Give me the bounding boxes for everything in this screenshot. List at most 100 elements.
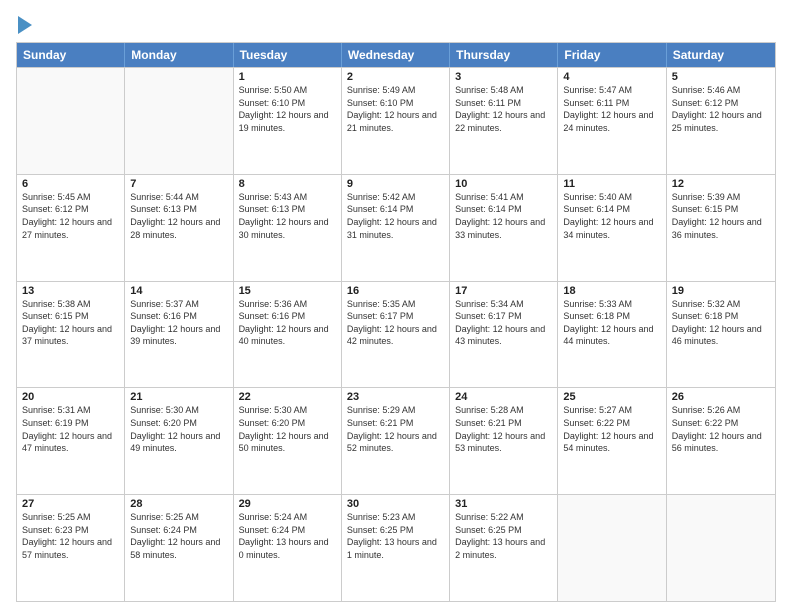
calendar-body: 1Sunrise: 5:50 AM Sunset: 6:10 PM Daylig… <box>17 67 775 601</box>
cell-sun-info: Sunrise: 5:29 AM Sunset: 6:21 PM Dayligh… <box>347 404 444 454</box>
day-number: 1 <box>239 71 336 83</box>
day-number: 24 <box>455 391 552 403</box>
cell-sun-info: Sunrise: 5:27 AM Sunset: 6:22 PM Dayligh… <box>563 404 660 454</box>
calendar-cell: 26Sunrise: 5:26 AM Sunset: 6:22 PM Dayli… <box>667 388 775 494</box>
calendar-cell: 11Sunrise: 5:40 AM Sunset: 6:14 PM Dayli… <box>558 175 666 281</box>
cell-sun-info: Sunrise: 5:45 AM Sunset: 6:12 PM Dayligh… <box>22 191 119 241</box>
cell-sun-info: Sunrise: 5:24 AM Sunset: 6:24 PM Dayligh… <box>239 511 336 561</box>
cell-sun-info: Sunrise: 5:49 AM Sunset: 6:10 PM Dayligh… <box>347 84 444 134</box>
calendar-cell <box>558 495 666 601</box>
calendar-cell: 5Sunrise: 5:46 AM Sunset: 6:12 PM Daylig… <box>667 68 775 174</box>
calendar-cell: 15Sunrise: 5:36 AM Sunset: 6:16 PM Dayli… <box>234 282 342 388</box>
calendar-cell: 1Sunrise: 5:50 AM Sunset: 6:10 PM Daylig… <box>234 68 342 174</box>
cell-sun-info: Sunrise: 5:41 AM Sunset: 6:14 PM Dayligh… <box>455 191 552 241</box>
cell-sun-info: Sunrise: 5:30 AM Sunset: 6:20 PM Dayligh… <box>239 404 336 454</box>
calendar-cell: 13Sunrise: 5:38 AM Sunset: 6:15 PM Dayli… <box>17 282 125 388</box>
day-number: 28 <box>130 498 227 510</box>
calendar-row: 13Sunrise: 5:38 AM Sunset: 6:15 PM Dayli… <box>17 281 775 388</box>
calendar-cell: 10Sunrise: 5:41 AM Sunset: 6:14 PM Dayli… <box>450 175 558 281</box>
day-number: 7 <box>130 178 227 190</box>
cell-sun-info: Sunrise: 5:23 AM Sunset: 6:25 PM Dayligh… <box>347 511 444 561</box>
calendar-cell: 18Sunrise: 5:33 AM Sunset: 6:18 PM Dayli… <box>558 282 666 388</box>
cell-sun-info: Sunrise: 5:34 AM Sunset: 6:17 PM Dayligh… <box>455 298 552 348</box>
cell-sun-info: Sunrise: 5:38 AM Sunset: 6:15 PM Dayligh… <box>22 298 119 348</box>
cell-sun-info: Sunrise: 5:47 AM Sunset: 6:11 PM Dayligh… <box>563 84 660 134</box>
cell-sun-info: Sunrise: 5:28 AM Sunset: 6:21 PM Dayligh… <box>455 404 552 454</box>
calendar-header-row: SundayMondayTuesdayWednesdayThursdayFrid… <box>17 43 775 67</box>
day-number: 26 <box>672 391 770 403</box>
calendar-row: 27Sunrise: 5:25 AM Sunset: 6:23 PM Dayli… <box>17 494 775 601</box>
day-number: 15 <box>239 285 336 297</box>
calendar-row: 20Sunrise: 5:31 AM Sunset: 6:19 PM Dayli… <box>17 387 775 494</box>
header <box>16 12 776 36</box>
day-number: 2 <box>347 71 444 83</box>
calendar-cell: 7Sunrise: 5:44 AM Sunset: 6:13 PM Daylig… <box>125 175 233 281</box>
day-number: 9 <box>347 178 444 190</box>
day-number: 30 <box>347 498 444 510</box>
day-number: 21 <box>130 391 227 403</box>
cell-sun-info: Sunrise: 5:25 AM Sunset: 6:23 PM Dayligh… <box>22 511 119 561</box>
cell-sun-info: Sunrise: 5:46 AM Sunset: 6:12 PM Dayligh… <box>672 84 770 134</box>
calendar-header-cell: Sunday <box>17 43 125 67</box>
calendar-cell: 23Sunrise: 5:29 AM Sunset: 6:21 PM Dayli… <box>342 388 450 494</box>
calendar-cell: 25Sunrise: 5:27 AM Sunset: 6:22 PM Dayli… <box>558 388 666 494</box>
day-number: 16 <box>347 285 444 297</box>
calendar-cell: 29Sunrise: 5:24 AM Sunset: 6:24 PM Dayli… <box>234 495 342 601</box>
calendar-cell: 19Sunrise: 5:32 AM Sunset: 6:18 PM Dayli… <box>667 282 775 388</box>
day-number: 29 <box>239 498 336 510</box>
calendar-cell: 14Sunrise: 5:37 AM Sunset: 6:16 PM Dayli… <box>125 282 233 388</box>
calendar-cell: 27Sunrise: 5:25 AM Sunset: 6:23 PM Dayli… <box>17 495 125 601</box>
cell-sun-info: Sunrise: 5:25 AM Sunset: 6:24 PM Dayligh… <box>130 511 227 561</box>
calendar-cell: 31Sunrise: 5:22 AM Sunset: 6:25 PM Dayli… <box>450 495 558 601</box>
logo-text <box>16 16 32 36</box>
calendar-cell: 22Sunrise: 5:30 AM Sunset: 6:20 PM Dayli… <box>234 388 342 494</box>
calendar-header-cell: Saturday <box>667 43 775 67</box>
cell-sun-info: Sunrise: 5:43 AM Sunset: 6:13 PM Dayligh… <box>239 191 336 241</box>
logo-arrow-icon <box>18 16 32 34</box>
calendar-cell: 28Sunrise: 5:25 AM Sunset: 6:24 PM Dayli… <box>125 495 233 601</box>
cell-sun-info: Sunrise: 5:44 AM Sunset: 6:13 PM Dayligh… <box>130 191 227 241</box>
calendar-cell: 4Sunrise: 5:47 AM Sunset: 6:11 PM Daylig… <box>558 68 666 174</box>
cell-sun-info: Sunrise: 5:30 AM Sunset: 6:20 PM Dayligh… <box>130 404 227 454</box>
cell-sun-info: Sunrise: 5:39 AM Sunset: 6:15 PM Dayligh… <box>672 191 770 241</box>
day-number: 13 <box>22 285 119 297</box>
day-number: 23 <box>347 391 444 403</box>
calendar-header-cell: Friday <box>558 43 666 67</box>
cell-sun-info: Sunrise: 5:40 AM Sunset: 6:14 PM Dayligh… <box>563 191 660 241</box>
logo <box>16 16 32 36</box>
day-number: 31 <box>455 498 552 510</box>
calendar-header-cell: Tuesday <box>234 43 342 67</box>
calendar-cell: 9Sunrise: 5:42 AM Sunset: 6:14 PM Daylig… <box>342 175 450 281</box>
cell-sun-info: Sunrise: 5:42 AM Sunset: 6:14 PM Dayligh… <box>347 191 444 241</box>
day-number: 27 <box>22 498 119 510</box>
cell-sun-info: Sunrise: 5:35 AM Sunset: 6:17 PM Dayligh… <box>347 298 444 348</box>
calendar: SundayMondayTuesdayWednesdayThursdayFrid… <box>16 42 776 602</box>
cell-sun-info: Sunrise: 5:32 AM Sunset: 6:18 PM Dayligh… <box>672 298 770 348</box>
cell-sun-info: Sunrise: 5:26 AM Sunset: 6:22 PM Dayligh… <box>672 404 770 454</box>
cell-sun-info: Sunrise: 5:48 AM Sunset: 6:11 PM Dayligh… <box>455 84 552 134</box>
calendar-cell <box>125 68 233 174</box>
day-number: 18 <box>563 285 660 297</box>
calendar-cell: 6Sunrise: 5:45 AM Sunset: 6:12 PM Daylig… <box>17 175 125 281</box>
day-number: 20 <box>22 391 119 403</box>
day-number: 8 <box>239 178 336 190</box>
cell-sun-info: Sunrise: 5:36 AM Sunset: 6:16 PM Dayligh… <box>239 298 336 348</box>
calendar-cell: 17Sunrise: 5:34 AM Sunset: 6:17 PM Dayli… <box>450 282 558 388</box>
day-number: 14 <box>130 285 227 297</box>
calendar-cell: 8Sunrise: 5:43 AM Sunset: 6:13 PM Daylig… <box>234 175 342 281</box>
calendar-cell: 12Sunrise: 5:39 AM Sunset: 6:15 PM Dayli… <box>667 175 775 281</box>
day-number: 25 <box>563 391 660 403</box>
day-number: 19 <box>672 285 770 297</box>
calendar-header-cell: Monday <box>125 43 233 67</box>
calendar-row: 6Sunrise: 5:45 AM Sunset: 6:12 PM Daylig… <box>17 174 775 281</box>
cell-sun-info: Sunrise: 5:50 AM Sunset: 6:10 PM Dayligh… <box>239 84 336 134</box>
day-number: 4 <box>563 71 660 83</box>
day-number: 5 <box>672 71 770 83</box>
day-number: 6 <box>22 178 119 190</box>
calendar-header-cell: Wednesday <box>342 43 450 67</box>
day-number: 22 <box>239 391 336 403</box>
cell-sun-info: Sunrise: 5:22 AM Sunset: 6:25 PM Dayligh… <box>455 511 552 561</box>
calendar-cell <box>667 495 775 601</box>
day-number: 11 <box>563 178 660 190</box>
cell-sun-info: Sunrise: 5:37 AM Sunset: 6:16 PM Dayligh… <box>130 298 227 348</box>
